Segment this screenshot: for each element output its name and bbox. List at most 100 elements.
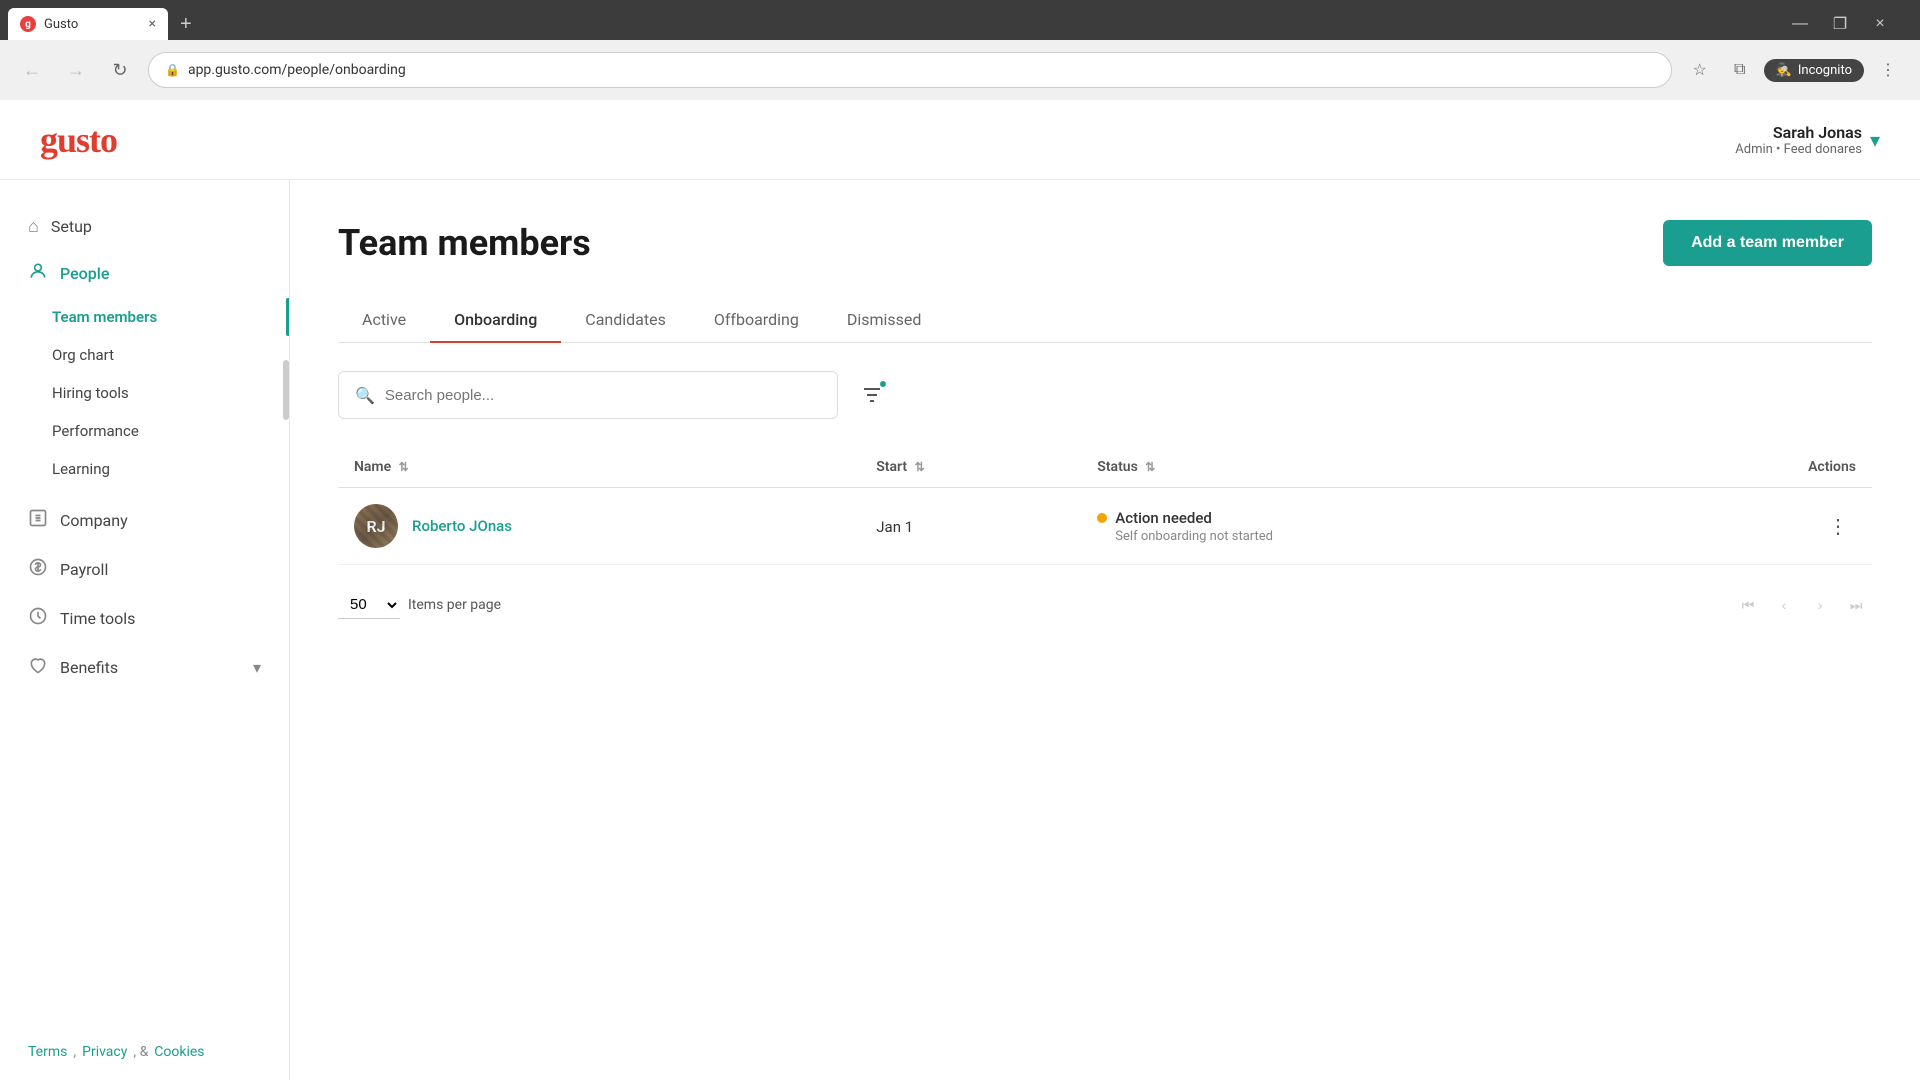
user-menu[interactable]: Sarah Jonas Admin • Feed donares ▾	[1735, 123, 1880, 157]
user-details: Sarah Jonas Admin • Feed donares	[1735, 123, 1862, 157]
col-status[interactable]: Status ⇅	[1081, 447, 1652, 488]
tab-dismissed[interactable]: Dismissed	[823, 298, 946, 343]
pagination-nav: ⏮ ‹ › ⏭	[1732, 589, 1872, 621]
app-header: gusto Sarah Jonas Admin • Feed donares ▾	[0, 100, 1920, 180]
filter-active-dot	[878, 379, 888, 389]
next-page-button[interactable]: ›	[1804, 589, 1836, 621]
company-icon	[28, 508, 48, 533]
active-tab[interactable]: g Gusto ×	[8, 8, 168, 40]
tab-onboarding[interactable]: Onboarding	[430, 298, 561, 343]
status-sort-icon: ⇅	[1145, 460, 1155, 474]
tab-title: Gusto	[44, 17, 78, 32]
row-actions-button[interactable]: ⋮	[1820, 510, 1856, 543]
payroll-icon	[28, 557, 48, 582]
sidebar-sub-item-learning[interactable]: Learning	[0, 450, 289, 488]
window-maximize-button[interactable]: ❐	[1824, 8, 1856, 40]
status-main: Action needed	[1097, 509, 1636, 527]
avatar-initials: RJ	[366, 517, 385, 536]
incognito-label: Incognito	[1798, 63, 1852, 78]
table-header: Name ⇅ Start ⇅ Status ⇅ Actions	[338, 447, 1872, 488]
search-icon: 🔍	[355, 386, 375, 405]
sidebar-sub-item-hiring-tools[interactable]: Hiring tools	[0, 374, 289, 412]
privacy-link[interactable]: Privacy	[82, 1044, 127, 1060]
first-page-button[interactable]: ⏮	[1732, 589, 1764, 621]
terms-link[interactable]: Terms	[28, 1044, 67, 1060]
nav-actions: ☆ ⧉ 🕵 Incognito ⋮	[1684, 54, 1904, 86]
bookmark-button[interactable]: ☆	[1684, 54, 1716, 86]
filter-button[interactable]	[850, 373, 894, 417]
sidebar-sub-item-performance[interactable]: Performance	[0, 412, 289, 450]
sidebar-footer: Terms , Privacy , & Cookies	[0, 1044, 289, 1060]
browser-nav: ← → ↻ 🔒 app.gusto.com/people/onboarding …	[0, 40, 1920, 100]
sidebar-sub-item-team-members[interactable]: Team members	[0, 298, 289, 336]
search-input[interactable]	[385, 387, 821, 404]
setup-icon: ⌂	[28, 216, 39, 237]
gusto-logo: gusto	[40, 119, 117, 161]
sidebar-item-company[interactable]: Company	[0, 496, 289, 545]
status-cell: Action needed Self onboarding not starte…	[1081, 488, 1652, 565]
sidebar-item-payroll[interactable]: Payroll	[0, 545, 289, 594]
col-start[interactable]: Start ⇅	[860, 447, 1081, 488]
browser-tabs: g Gusto × + — ❐ ×	[0, 0, 1920, 40]
tab-close-button[interactable]: ×	[149, 16, 156, 32]
user-name: Sarah Jonas	[1735, 123, 1862, 142]
items-per-page: 50 25 100 Items per page	[338, 591, 501, 619]
member-name-cell: RJ Roberto JOnas	[338, 488, 860, 565]
sidebar-item-benefits[interactable]: Benefits ▾	[0, 643, 289, 692]
page-title: Team members	[338, 222, 591, 264]
table-body: RJ Roberto JOnas Jan 1	[338, 488, 1872, 565]
status-main-text: Action needed	[1115, 509, 1212, 527]
hiring-tools-label: Hiring tools	[52, 384, 129, 402]
tab-offboarding[interactable]: Offboarding	[690, 298, 823, 343]
people-icon	[28, 261, 48, 286]
search-box: 🔍	[338, 371, 838, 419]
sidebar-item-label-company: Company	[60, 511, 128, 530]
tab-candidates[interactable]: Candidates	[561, 298, 690, 343]
avatar: RJ	[354, 504, 398, 548]
sidebar-item-setup[interactable]: ⌂ Setup	[0, 204, 289, 249]
sidebar: ⌂ Setup People Team members Org chart Hi…	[0, 180, 290, 1080]
col-actions: Actions	[1652, 447, 1872, 488]
footer-comma1: ,	[73, 1044, 76, 1060]
user-menu-chevron: ▾	[1870, 128, 1880, 152]
benefits-chevron: ▾	[253, 658, 261, 677]
member-name-link[interactable]: Roberto JOnas	[412, 517, 512, 535]
sidebar-scrollbar-thumb[interactable]	[283, 360, 289, 420]
tab-active[interactable]: Active	[338, 298, 430, 343]
col-name[interactable]: Name ⇅	[338, 447, 860, 488]
status-container: Action needed Self onboarding not starte…	[1097, 509, 1636, 544]
start-sort-icon: ⇅	[915, 460, 925, 474]
sidebar-item-people[interactable]: People	[0, 249, 289, 298]
user-role: Admin • Feed donares	[1735, 142, 1862, 157]
forward-button[interactable]: →	[60, 54, 92, 86]
window-minimize-button[interactable]: —	[1784, 8, 1816, 40]
lock-icon: 🔒	[165, 63, 180, 77]
org-chart-label: Org chart	[52, 346, 114, 364]
time-tools-icon	[28, 606, 48, 631]
performance-label: Performance	[52, 422, 139, 440]
sidebar-item-time-tools[interactable]: Time tools	[0, 594, 289, 643]
back-button[interactable]: ←	[16, 54, 48, 86]
split-screen-button[interactable]: ⧉	[1724, 54, 1756, 86]
sidebar-scrollbar-track[interactable]	[283, 180, 289, 1080]
team-members-label: Team members	[52, 308, 157, 326]
sidebar-sub-item-org-chart[interactable]: Org chart	[0, 336, 289, 374]
window-close-button[interactable]: ×	[1864, 8, 1896, 40]
add-team-member-button[interactable]: Add a team member	[1663, 220, 1872, 266]
members-table: Name ⇅ Start ⇅ Status ⇅ Actions	[338, 447, 1872, 565]
cookies-link[interactable]: Cookies	[154, 1044, 204, 1060]
prev-page-button[interactable]: ‹	[1768, 589, 1800, 621]
table-row: RJ Roberto JOnas Jan 1	[338, 488, 1872, 565]
more-options-button[interactable]: ⋮	[1872, 54, 1904, 86]
per-page-select[interactable]: 50 25 100	[338, 591, 400, 619]
last-page-button[interactable]: ⏭	[1840, 589, 1872, 621]
new-tab-button[interactable]: +	[172, 8, 200, 40]
reload-button[interactable]: ↻	[104, 54, 136, 86]
sidebar-item-label-payroll: Payroll	[60, 560, 108, 579]
incognito-button[interactable]: 🕵 Incognito	[1764, 59, 1864, 82]
app: gusto Sarah Jonas Admin • Feed donares ▾…	[0, 100, 1920, 1080]
footer-links: Terms , Privacy , & Cookies	[28, 1044, 261, 1060]
pagination-row: 50 25 100 Items per page ⏮ ‹ › ⏭	[338, 573, 1872, 637]
main-layout: ⌂ Setup People Team members Org chart Hi…	[0, 180, 1920, 1080]
address-bar[interactable]: 🔒 app.gusto.com/people/onboarding	[148, 52, 1672, 88]
